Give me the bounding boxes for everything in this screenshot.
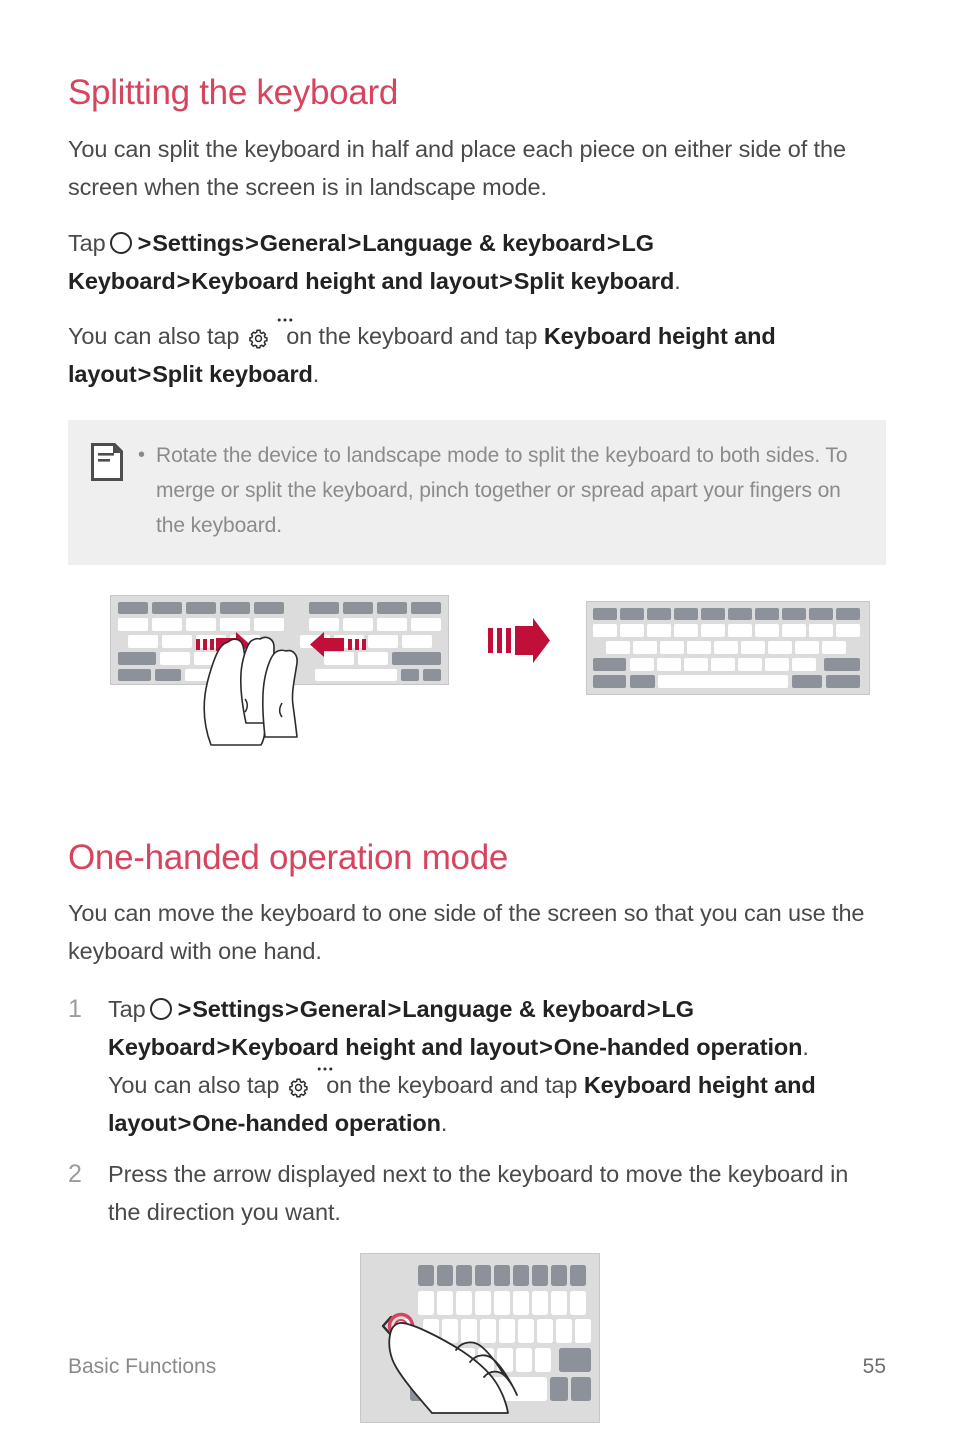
- settings-path-splitting: Tap >Settings>General>Language & keyboard…: [68, 224, 886, 300]
- note-body: • Rotate the device to landscape mode to…: [138, 438, 864, 543]
- path-step-settings: Settings: [152, 229, 245, 256]
- page-footer: Basic Functions 55: [68, 1355, 886, 1379]
- home-circle-icon: [109, 231, 132, 254]
- alt-step-split-keyboard: Split keyboard: [152, 360, 313, 387]
- alt-suffix-label: on the keyboard and tap: [286, 322, 538, 349]
- steps-list: 1 Tap >Settings>General>Language & keyboa…: [68, 990, 886, 1231]
- alt-prefix-label: You can also tap: [108, 1072, 280, 1098]
- path-separator: >: [606, 229, 621, 256]
- path-separator: >: [285, 996, 299, 1022]
- path-separator: >: [499, 267, 513, 294]
- step-number: 1: [68, 995, 82, 1023]
- path-terminator: .: [440, 1110, 448, 1136]
- path-step-general: General: [299, 996, 387, 1022]
- note-bullet: •: [138, 443, 146, 466]
- note-document-icon: [90, 442, 124, 482]
- path-separator: >: [646, 996, 661, 1022]
- intro-paragraph-one-handed: You can move the keyboard to one side of…: [68, 900, 865, 964]
- gear-icon: [288, 1078, 308, 1098]
- gear-more-icon: [248, 318, 293, 349]
- path-terminator: .: [674, 267, 681, 294]
- path-separator: >: [245, 229, 259, 256]
- split-keyboard-with-pinch-gesture: [110, 594, 458, 755]
- path-step-keyboard-height-layout: Keyboard height and layout: [191, 267, 499, 294]
- path-separator: >: [387, 996, 402, 1022]
- page-content: Splitting the keyboard You can split the…: [68, 0, 886, 1433]
- alt-path-one-handed: You can also tap on the keyboard and tap…: [108, 1066, 886, 1142]
- path-separator: >: [177, 1110, 192, 1136]
- path-step-one-handed-operation: One-handed operation: [553, 1034, 803, 1060]
- path-step-keyboard-height-layout: Keyboard height and layout: [231, 1034, 539, 1060]
- path-separator: >: [176, 267, 191, 294]
- page-title-one-handed-operation-mode: One-handed operation mode: [68, 837, 509, 877]
- note-box-splitting: • Rotate the device to landscape mode to…: [68, 419, 886, 565]
- path-separator: >: [216, 1034, 231, 1060]
- document-page: Splitting the keyboard You can split the…: [0, 0, 954, 1431]
- path-separator: >: [539, 1034, 553, 1060]
- alt-step-one-handed-operation: One-handed operation: [192, 1110, 441, 1136]
- tap-prefix-label: Tap: [108, 996, 146, 1022]
- note-text: Rotate the device to landscape mode to s…: [156, 443, 848, 537]
- path-terminator: .: [312, 360, 320, 387]
- path-step-settings: Settings: [192, 996, 285, 1022]
- step-number: 2: [68, 1160, 82, 1188]
- path-step-language-keyboard: Language & keyboard: [402, 996, 646, 1022]
- gear-more-icon: [288, 1067, 333, 1098]
- settings-path-one-handed: Tap >Settings>General>Language & keyboard…: [108, 990, 886, 1066]
- list-item-step-1: 1 Tap >Settings>General>Language & keyboa…: [68, 990, 886, 1142]
- step-2-text: Press the arrow displayed next to the ke…: [108, 1161, 849, 1225]
- split-keyboard-figure: [68, 593, 886, 763]
- gear-icon: [248, 329, 268, 349]
- right-aligned-keyboard-with-move-arrow-and-hand: [360, 1253, 600, 1423]
- home-circle-icon: [149, 998, 172, 1020]
- path-separator: >: [137, 360, 152, 387]
- footer-chapter-label: Basic Functions: [68, 1355, 217, 1378]
- path-separator: >: [347, 229, 362, 256]
- path-terminator: .: [802, 1034, 809, 1060]
- path-separator: >: [177, 996, 192, 1022]
- merged-full-keyboard: [586, 600, 870, 695]
- path-step-general: General: [259, 229, 347, 256]
- tap-prefix-label: Tap: [68, 229, 106, 256]
- path-step-split-keyboard: Split keyboard: [513, 267, 675, 294]
- alt-prefix-label: You can also tap: [68, 322, 240, 349]
- path-step-language-keyboard: Language & keyboard: [362, 229, 606, 256]
- alt-suffix-label: on the keyboard and tap: [326, 1072, 578, 1098]
- list-item-step-2: 2 Press the arrow displayed next to the …: [68, 1155, 886, 1231]
- footer-page-number: 55: [862, 1355, 886, 1378]
- path-separator: >: [137, 229, 152, 256]
- transform-arrow-icon: [488, 617, 550, 664]
- page-title-splitting-the-keyboard: Splitting the keyboard: [68, 73, 399, 112]
- alt-path-splitting: You can also tap on the keyboard and tap…: [68, 317, 886, 393]
- intro-paragraph-splitting: You can split the keyboard in half and p…: [68, 135, 846, 200]
- one-handed-keyboard-figure: [68, 1253, 886, 1433]
